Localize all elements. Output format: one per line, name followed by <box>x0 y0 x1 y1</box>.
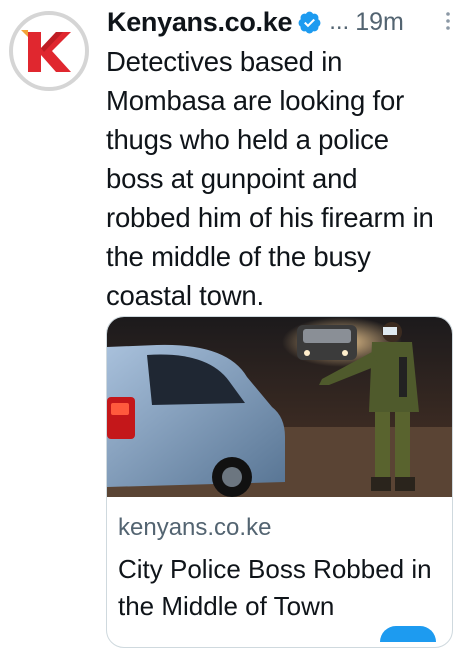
avatar[interactable] <box>8 10 90 92</box>
compose-button[interactable] <box>380 626 436 642</box>
author-name[interactable]: Kenyans.co.ke <box>107 7 293 38</box>
kenyans-logo <box>9 11 89 91</box>
verified-badge-icon <box>298 11 321 33</box>
more-vertical-icon <box>446 12 450 30</box>
link-preview-card[interactable]: kenyans.co.ke City Police Boss Robbed in… <box>106 316 453 648</box>
tweet-text: Detectives based in Mombasa are looking … <box>106 46 434 311</box>
tweet-header: Kenyans.co.ke ... 19m <box>107 2 447 42</box>
card-thumbnail-image <box>107 317 452 497</box>
card-domain: kenyans.co.ke <box>118 514 272 541</box>
author-handle[interactable]: ... <box>329 8 349 36</box>
more-options-button[interactable] <box>442 10 454 32</box>
card-title[interactable]: City Police Boss Robbed in the Middle of… <box>118 551 448 625</box>
tweet-timestamp[interactable]: 19m <box>355 8 404 37</box>
